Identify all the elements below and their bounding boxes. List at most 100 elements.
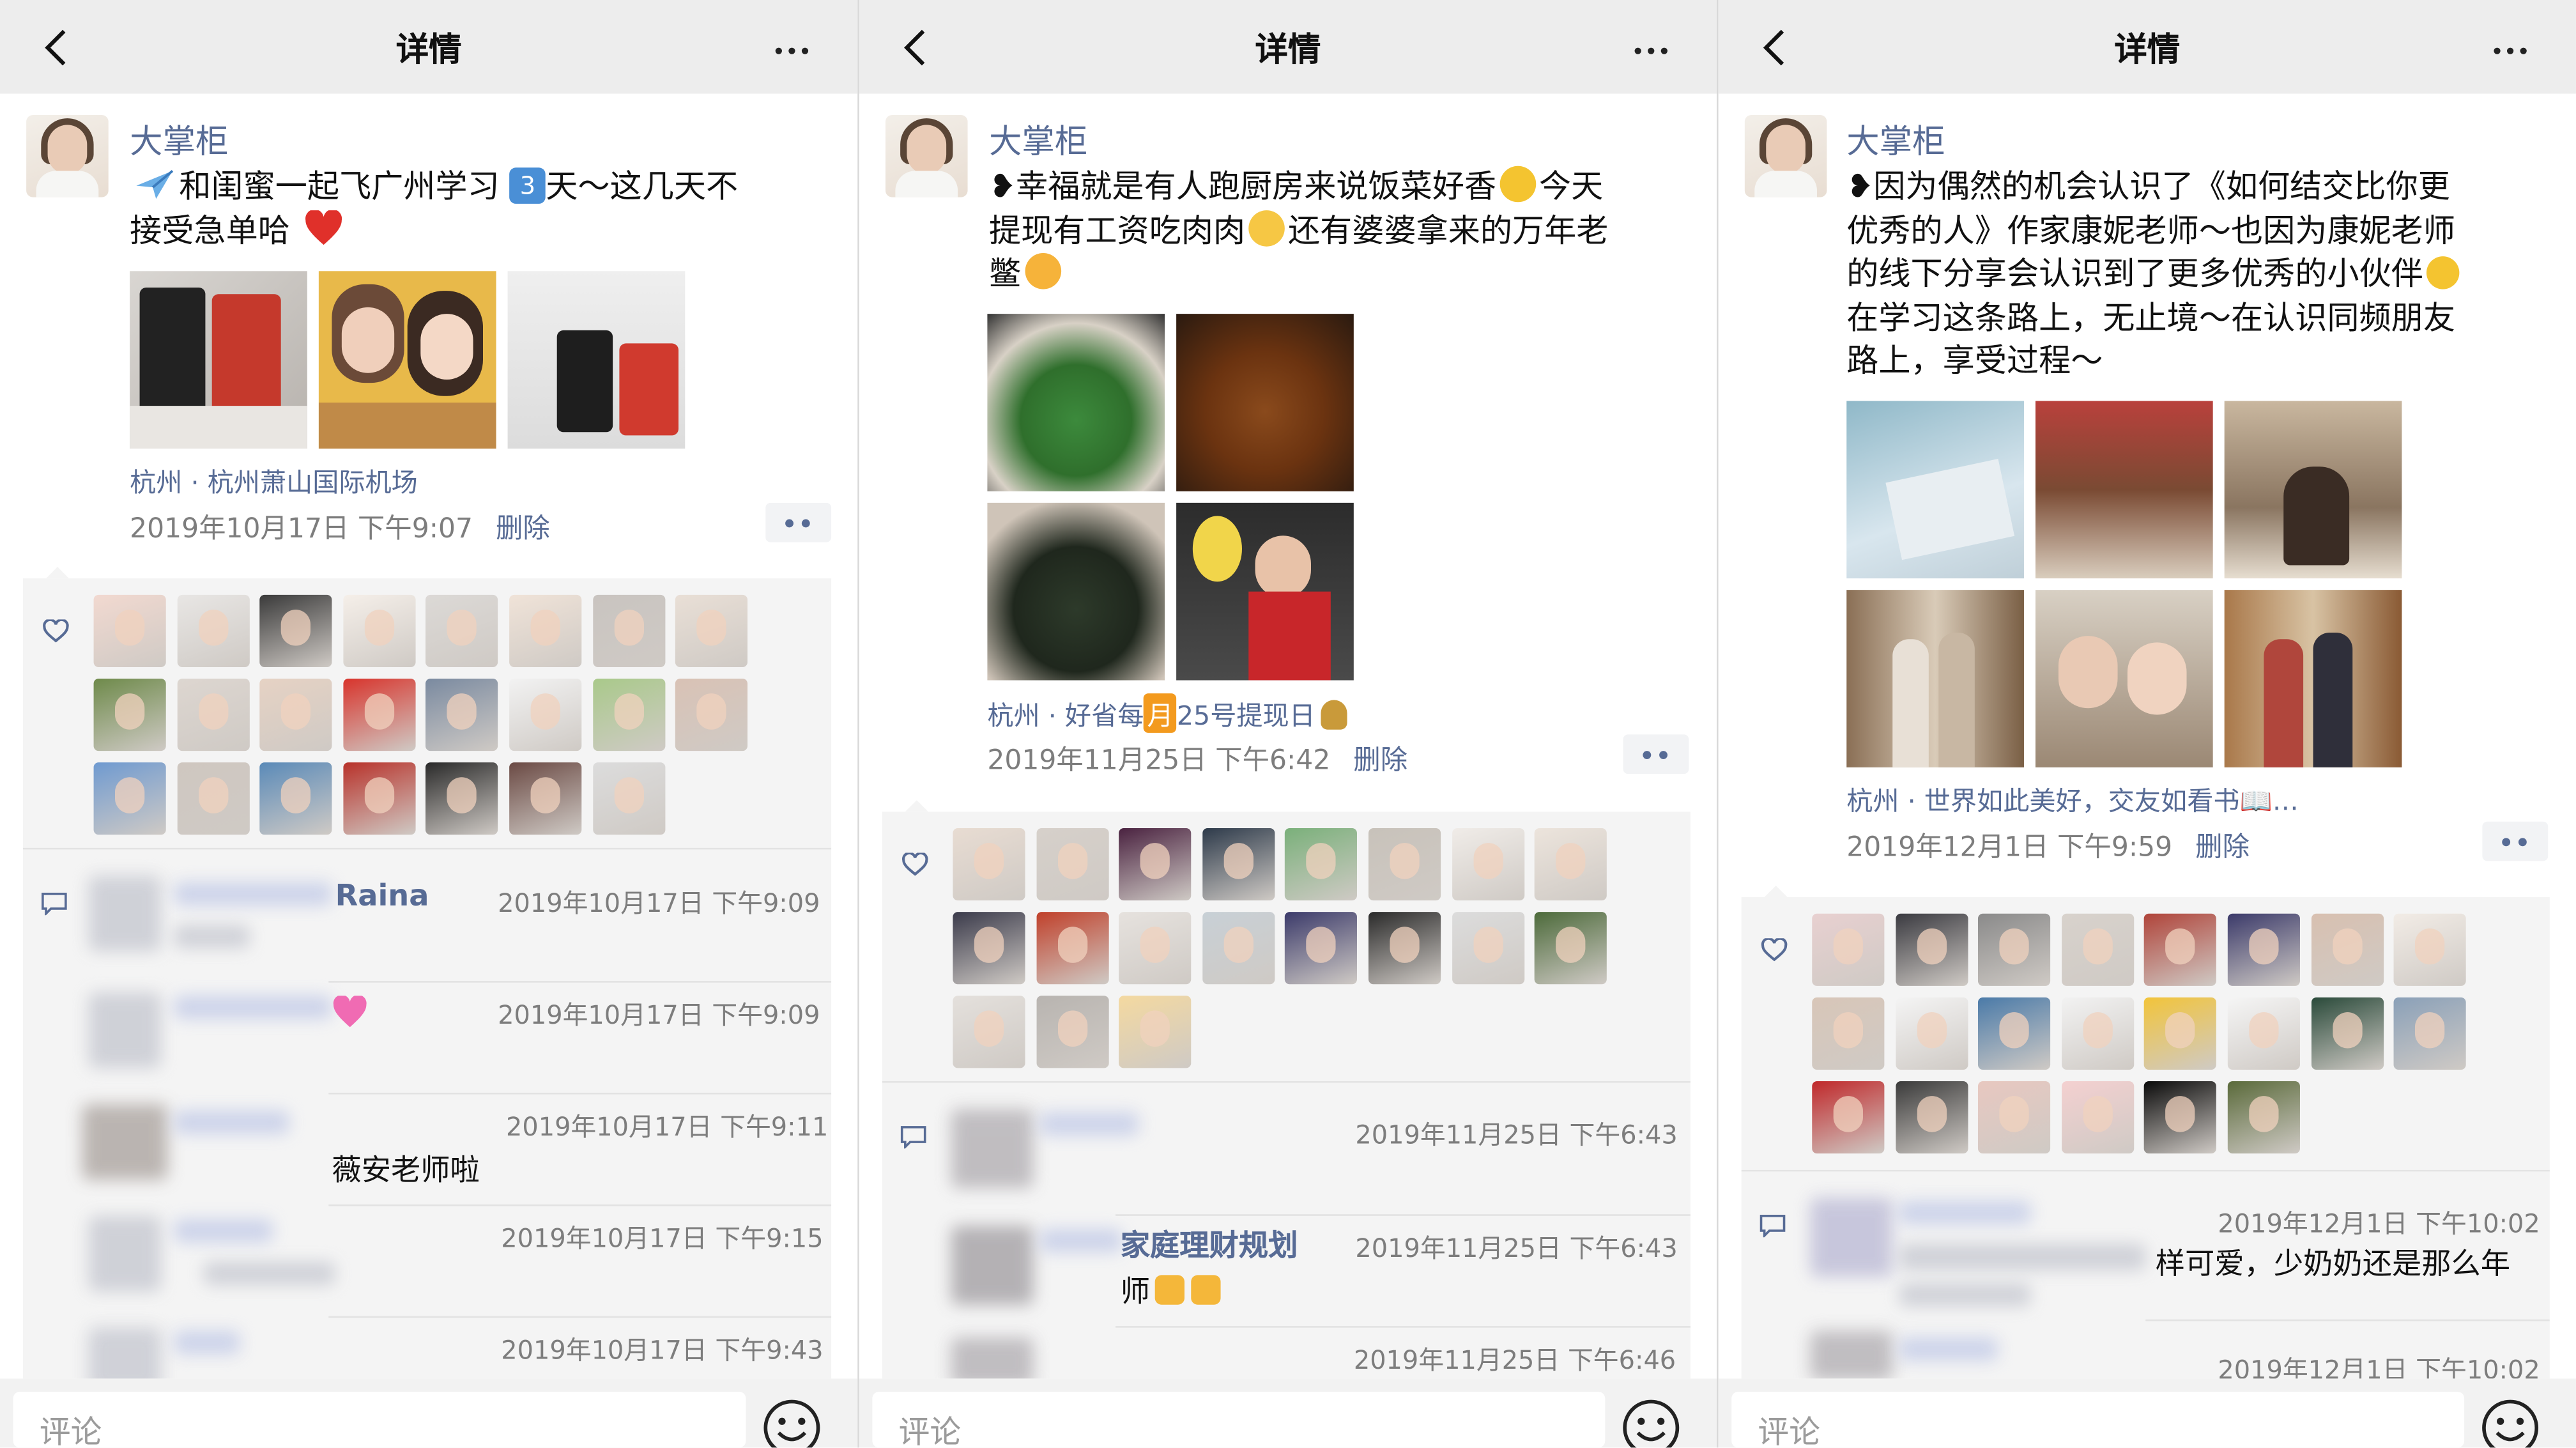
liker-avatar[interactable]	[1119, 996, 1192, 1068]
avatar[interactable]	[885, 114, 968, 197]
post-image-soup[interactable]	[987, 502, 1165, 681]
liker-avatar[interactable]	[2310, 997, 2384, 1070]
comment-row[interactable]: 家庭理财规划 2019年11月25日 下午6:43 师	[882, 1216, 1690, 1328]
post-image-luggage[interactable]	[507, 271, 686, 449]
liker-avatar[interactable]	[425, 594, 499, 667]
liker-avatar[interactable]	[2227, 997, 2300, 1070]
liker-avatar[interactable]	[2394, 913, 2467, 986]
comment-row[interactable]: 2019年10月17日 下午9:43	[23, 1318, 831, 1379]
avatar[interactable]	[26, 114, 109, 197]
liker-avatar[interactable]	[1978, 997, 2051, 1070]
liker-avatar[interactable]	[1202, 828, 1275, 901]
post-image-two-women[interactable]	[1846, 590, 2024, 767]
location-link[interactable]: 杭州 · 好省每月 25号提现日	[987, 693, 1347, 733]
liker-avatar[interactable]	[2144, 997, 2217, 1070]
liker-avatar[interactable]	[1812, 997, 1885, 1070]
liker-avatar[interactable]	[1812, 913, 1885, 986]
liker-avatar[interactable]	[2144, 1081, 2217, 1154]
liker-avatar[interactable]	[1452, 828, 1524, 901]
location-link[interactable]: 杭州 · 世界如此美好，交友如看书📖…	[1846, 779, 2299, 819]
comment-row[interactable]: 2019年12月1日 下午10:02	[1742, 1321, 2550, 1379]
comment-row[interactable]: 2019年10月17日 下午9:11 薇安老师啦	[23, 1095, 832, 1206]
liker-avatar[interactable]	[93, 594, 166, 667]
liker-avatar[interactable]	[1036, 912, 1108, 985]
liker-avatar[interactable]	[425, 678, 499, 751]
liker-avatar[interactable]	[1202, 912, 1275, 985]
liker-avatar[interactable]	[953, 828, 1025, 901]
comment-author[interactable]: 家庭理财规划	[1121, 1222, 1298, 1265]
delete-link[interactable]: 删除	[496, 512, 550, 544]
liker-avatar[interactable]	[1368, 828, 1441, 901]
liker-avatar[interactable]	[2310, 913, 2384, 986]
more-options-icon[interactable]	[1634, 29, 1675, 62]
avatar[interactable]	[1744, 114, 1827, 197]
liker-avatar[interactable]	[1452, 912, 1524, 985]
liker-avatar[interactable]	[509, 594, 582, 667]
delete-link[interactable]: 删除	[1353, 744, 1407, 776]
post-image-braised-meat[interactable]	[1176, 314, 1354, 491]
user-name[interactable]: 大掌柜	[1846, 115, 1945, 163]
liker-avatar[interactable]	[2227, 913, 2300, 986]
comment-row[interactable]: 2019年11月25日 下午6:46	[882, 1328, 1690, 1379]
liker-avatar[interactable]	[592, 762, 665, 835]
comment-input[interactable]: 评论	[872, 1391, 1606, 1448]
delete-link[interactable]: 删除	[2195, 831, 2250, 863]
liker-avatar[interactable]	[953, 912, 1025, 985]
liker-avatar[interactable]	[1119, 912, 1192, 985]
emoji-smiley-icon[interactable]	[762, 1398, 822, 1448]
liker-avatar[interactable]	[509, 762, 582, 835]
comment-row[interactable]: 2019年10月17日 下午9:15	[23, 1206, 832, 1318]
liker-avatar[interactable]	[1895, 1081, 1968, 1154]
liker-avatar[interactable]	[1978, 913, 2051, 986]
post-image-selfie[interactable]	[318, 271, 496, 449]
liker-avatar[interactable]	[592, 594, 665, 667]
liker-avatar[interactable]	[1036, 828, 1108, 901]
liker-avatar[interactable]	[342, 762, 416, 835]
liker-avatar[interactable]	[259, 678, 332, 751]
liker-avatar[interactable]	[1285, 912, 1358, 985]
liker-avatar[interactable]	[93, 678, 166, 751]
user-name[interactable]: 大掌柜	[130, 115, 228, 163]
liker-avatar[interactable]	[592, 678, 665, 751]
liker-avatar[interactable]	[1895, 997, 1968, 1070]
liker-avatar[interactable]	[93, 762, 166, 835]
liker-avatar[interactable]	[2144, 913, 2217, 986]
user-name[interactable]: 大掌柜	[989, 115, 1087, 163]
liker-avatar[interactable]	[1978, 1081, 2051, 1154]
liker-avatar[interactable]	[342, 678, 416, 751]
emoji-smiley-icon[interactable]	[1621, 1398, 1681, 1448]
post-image-child-eating[interactable]	[1176, 502, 1354, 681]
post-image-greens[interactable]	[987, 314, 1165, 491]
liker-avatar[interactable]	[1368, 912, 1441, 985]
like-comment-button[interactable]	[2482, 821, 2549, 861]
liker-avatar[interactable]	[1895, 913, 1968, 986]
liker-avatar[interactable]	[2061, 997, 2134, 1070]
emoji-smiley-icon[interactable]	[2481, 1398, 2540, 1448]
liker-avatar[interactable]	[342, 594, 416, 667]
post-image-suitcases[interactable]	[130, 271, 307, 449]
post-image-friends[interactable]	[2224, 590, 2402, 767]
like-comment-button[interactable]	[765, 502, 832, 543]
comment-row[interactable]: Raina 2019年10月17日 下午9:09	[23, 849, 832, 983]
liker-avatar[interactable]	[425, 762, 499, 835]
liker-avatar[interactable]	[1285, 828, 1358, 901]
liker-avatar[interactable]	[259, 594, 332, 667]
liker-avatar[interactable]	[1036, 996, 1108, 1068]
liker-avatar[interactable]	[1535, 828, 1607, 901]
liker-avatar[interactable]	[2061, 1081, 2134, 1154]
post-image-reader[interactable]	[2224, 401, 2402, 579]
comment-author[interactable]: Raina	[335, 879, 429, 914]
location-link[interactable]: 杭州 · 杭州萧山国际机场	[130, 460, 418, 500]
liker-avatar[interactable]	[509, 678, 582, 751]
liker-avatar[interactable]	[675, 678, 748, 751]
post-image-group-selfie[interactable]	[2035, 590, 2213, 767]
post-image-book-event[interactable]	[1846, 401, 2024, 579]
more-options-icon[interactable]	[775, 29, 815, 62]
liker-avatar[interactable]	[2061, 913, 2134, 986]
liker-avatar[interactable]	[176, 594, 249, 667]
liker-avatar[interactable]	[2394, 997, 2467, 1070]
post-image-bookstore[interactable]	[2035, 401, 2213, 579]
comment-row[interactable]: 2019年11月25日 下午6:43	[882, 1083, 1690, 1216]
like-comment-button[interactable]	[1623, 734, 1689, 774]
comment-row[interactable]: 2019年10月17日 下午9:09	[23, 983, 832, 1095]
